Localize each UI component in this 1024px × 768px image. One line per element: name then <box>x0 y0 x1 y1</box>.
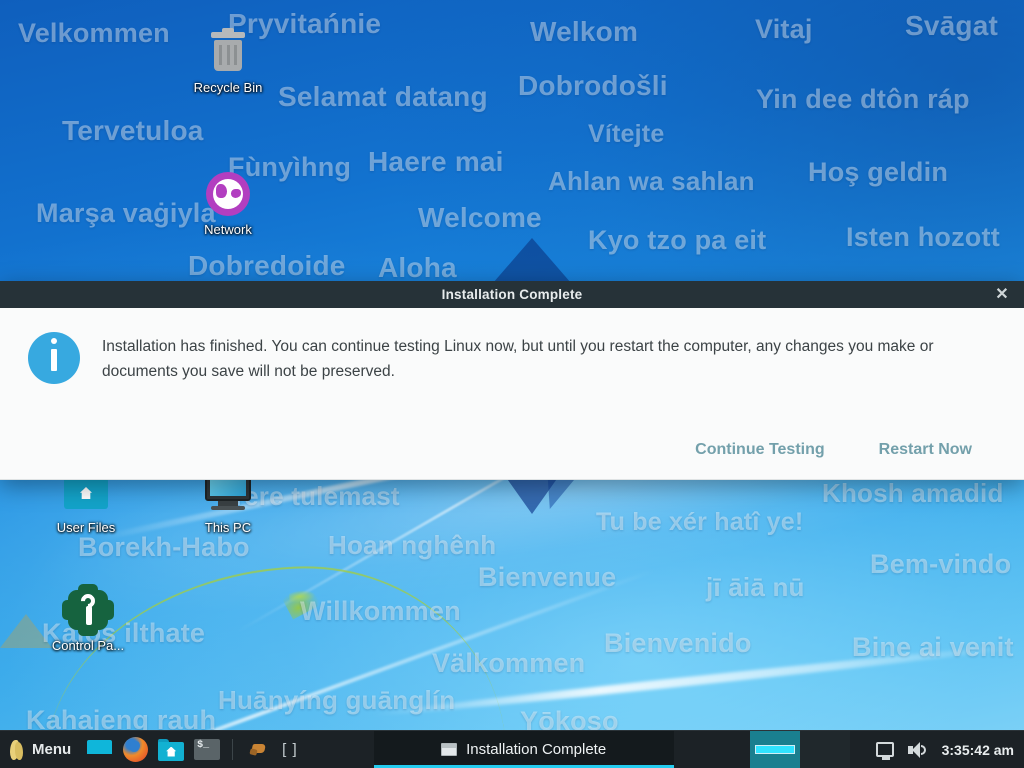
system-tray: 3:35:42 am <box>749 731 1024 768</box>
wallpaper-word: Velkommen <box>18 18 170 48</box>
desktop-icon-label: This PC <box>204 520 252 535</box>
info-icon <box>28 332 80 384</box>
wallpaper-word: Isten hozott <box>846 222 1000 252</box>
globe-icon <box>204 170 252 218</box>
wallpaper-word: Svāgat <box>905 10 999 41</box>
wallpaper-word: Dobredoide <box>188 250 346 281</box>
desktop-icon-label: User Files <box>56 520 116 535</box>
wallpaper-word: Welkom <box>530 16 639 47</box>
continue-testing-button[interactable]: Continue Testing <box>685 437 834 463</box>
desktop-icon-label: Network <box>204 222 252 237</box>
window-icon <box>441 743 458 756</box>
taskbar-left-section: Menu [ ] <box>0 731 298 768</box>
wallpaper-word: Vítejte <box>588 120 665 148</box>
workspace-indicator-label[interactable]: [ ] <box>282 741 298 758</box>
wallpaper-word: Huānyíng guānglín <box>218 685 456 715</box>
workspace-switcher[interactable] <box>749 731 850 768</box>
task-button-label: Installation Complete <box>466 741 607 758</box>
desktop-icon-label: Recycle Bin <box>193 80 263 95</box>
trash-icon <box>204 28 252 76</box>
wallpaper-word: Borekh-Habo <box>78 532 250 562</box>
restart-now-button[interactable]: Restart Now <box>869 437 982 463</box>
wallpaper-word: Dobrodošli <box>518 70 668 101</box>
workspace-1[interactable] <box>749 731 800 768</box>
menu-button[interactable]: Menu <box>0 731 81 768</box>
display-icon[interactable] <box>875 742 894 760</box>
wallpaper-word: Selamat datang <box>278 81 488 112</box>
speaker-icon[interactable] <box>907 741 928 759</box>
wallpaper-word: Khosh amadid <box>822 478 1004 508</box>
wallpaper-word: Bem-vindo <box>870 549 1012 579</box>
taskbar-separator <box>232 739 234 760</box>
wallpaper-word: Bienvenido <box>604 628 752 658</box>
wallpaper-word: Tervetuloa <box>62 115 204 146</box>
wallpaper-word: Kyo tzo pa eit <box>588 225 767 255</box>
wallpaper-word: Hoş geldin <box>808 157 949 187</box>
pointer-icon[interactable] <box>243 735 273 765</box>
dialog-titlebar[interactable]: Installation Complete ✕ <box>0 281 1024 308</box>
gear-wrench-icon <box>62 586 114 634</box>
desktop[interactable]: Velkommen Pryvitańnie Welkom Vitaj Svāgat Sel… <box>0 0 1024 768</box>
show-desktop-icon[interactable] <box>84 735 114 765</box>
wallpaper-word: jī āiā nū <box>706 572 805 602</box>
dialog-title: Installation Complete <box>441 287 583 302</box>
terminal-icon[interactable] <box>192 735 222 765</box>
wallpaper-word: Yin dee dtôn ráp <box>756 84 970 114</box>
wallpaper-word: Vitaj <box>755 14 813 44</box>
wallpaper-word: Välkommen <box>432 648 586 678</box>
taskbar: Menu [ ] Installation Complete <box>0 730 1024 768</box>
wallpaper-word: Haere mai <box>368 146 504 177</box>
firefox-icon[interactable] <box>120 735 150 765</box>
task-button-installation-complete[interactable]: Installation Complete <box>373 731 674 768</box>
clock[interactable]: 3:35:42 am <box>942 742 1014 758</box>
taskbar-window-list: Installation Complete <box>298 731 750 768</box>
wallpaper-word: Ahlan wa sahlan <box>548 166 755 196</box>
wallpaper-word: Welcome <box>418 202 542 233</box>
wallpaper-word: Hoan nghênh <box>328 530 497 560</box>
workspace-2[interactable] <box>799 731 850 768</box>
wallpaper-word: Bine ai venit <box>852 632 1014 662</box>
close-icon[interactable]: ✕ <box>988 281 1016 308</box>
mint-logo-icon <box>8 739 25 761</box>
desktop-icon-control-panel[interactable]: Control Pa... <box>36 586 140 653</box>
dialog-actions: Continue Testing Restart Now <box>24 437 1000 463</box>
dialog-body: Installation has finished. You can conti… <box>0 308 1024 480</box>
desktop-icon-network[interactable]: Network <box>176 170 280 237</box>
file-manager-icon[interactable] <box>156 735 186 765</box>
desktop-icon-recycle-bin[interactable]: Recycle Bin <box>176 28 280 95</box>
desktop-icon-label: Control Pa... <box>51 638 125 653</box>
wallpaper-word: Willkommen <box>300 596 461 626</box>
wallpaper-word: Bienvenue <box>478 562 617 592</box>
dialog-message: Installation has finished. You can conti… <box>102 338 934 381</box>
menu-button-label: Menu <box>32 741 72 758</box>
wallpaper-word: Tu be xér hatî ye! <box>596 508 804 536</box>
wallpaper-word: Aloha <box>378 252 457 283</box>
installation-complete-dialog: Installation Complete ✕ Installation has… <box>0 281 1024 480</box>
